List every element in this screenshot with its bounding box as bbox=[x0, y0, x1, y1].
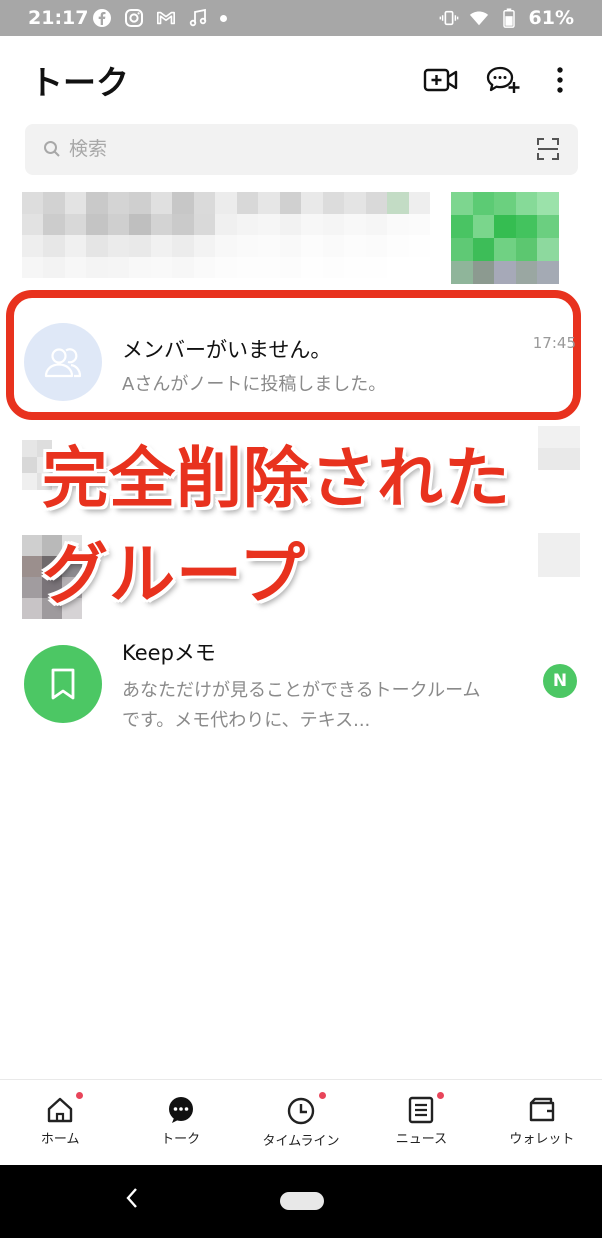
wifi-icon bbox=[469, 11, 488, 26]
nav-timeline[interactable]: タイムライン bbox=[241, 1080, 361, 1165]
search-bar[interactable] bbox=[25, 124, 578, 175]
status-time: 21:17 bbox=[28, 7, 89, 29]
back-icon[interactable] bbox=[124, 1185, 140, 1211]
chat-name[interactable]: Keepメモ bbox=[122, 637, 216, 667]
group-icon bbox=[44, 348, 82, 378]
nav-news[interactable]: ニュース bbox=[361, 1080, 481, 1165]
more-icon bbox=[557, 67, 563, 93]
group-avatar[interactable] bbox=[24, 323, 102, 401]
chat-last-message: あなただけが見ることができるトークルームです。メモ代わりに、テキス... bbox=[122, 680, 481, 731]
nav-news-label: ニュース bbox=[395, 1132, 448, 1147]
chat-add-icon bbox=[486, 66, 520, 93]
search-input[interactable] bbox=[69, 134, 489, 164]
more-options-button[interactable] bbox=[540, 60, 580, 100]
system-navigation-bar bbox=[0, 1165, 602, 1238]
censored-chat-time bbox=[538, 426, 580, 470]
video-call-add-icon bbox=[423, 68, 458, 92]
censored-chat-name bbox=[22, 192, 430, 278]
clock-icon bbox=[287, 1097, 315, 1125]
music-icon bbox=[189, 8, 207, 27]
nav-chat-label: トーク bbox=[161, 1132, 201, 1147]
battery-percentage: 61% bbox=[528, 7, 574, 29]
nav-wallet-label: ウォレット bbox=[509, 1132, 575, 1147]
new-chat-button[interactable] bbox=[483, 60, 523, 100]
censored-chat-thumbnail bbox=[451, 192, 559, 284]
status-bar: 21:17 61% bbox=[0, 0, 602, 36]
nav-timeline-label: タイムライン bbox=[262, 1134, 340, 1149]
bottom-navigation: ホーム トーク タイムライン ニュース ウォレット bbox=[0, 1079, 602, 1165]
nav-home-label: ホーム bbox=[40, 1132, 80, 1147]
chat-icon bbox=[168, 1097, 193, 1123]
app-header: トーク bbox=[0, 36, 602, 120]
system-icons: 61% bbox=[439, 7, 574, 29]
annotation-line-1: 完全削除された bbox=[42, 440, 511, 517]
home-gesture-pill[interactable] bbox=[280, 1192, 324, 1210]
chat-last-message: Aさんがノートに投稿しました。 bbox=[122, 374, 387, 395]
dot-icon bbox=[220, 14, 227, 22]
facebook-icon bbox=[93, 9, 111, 27]
bookmark-icon bbox=[51, 668, 75, 700]
notification-icons bbox=[92, 8, 227, 28]
news-icon bbox=[409, 1096, 434, 1124]
battery-icon bbox=[502, 8, 515, 28]
censored-chat-time-2 bbox=[538, 533, 580, 577]
vibrate-icon bbox=[439, 10, 458, 26]
qr-scan-icon[interactable] bbox=[536, 137, 560, 161]
search-icon bbox=[44, 141, 60, 157]
home-icon bbox=[48, 1097, 73, 1123]
keep-memo-avatar[interactable] bbox=[24, 645, 102, 723]
timeline-notification-dot bbox=[318, 1092, 326, 1099]
annotation-line-2: グループ bbox=[42, 536, 307, 613]
nav-wallet[interactable]: ウォレット bbox=[482, 1080, 602, 1165]
instagram-icon bbox=[125, 9, 143, 27]
chat-timestamp: 17:45 bbox=[532, 334, 576, 352]
page-title: トーク bbox=[30, 63, 129, 102]
home-notification-dot bbox=[76, 1092, 83, 1099]
news-notification-dot bbox=[437, 1092, 445, 1099]
wallet-icon bbox=[529, 1097, 555, 1122]
nav-chat[interactable]: トーク bbox=[120, 1080, 240, 1165]
new-badge: N bbox=[543, 664, 577, 698]
video-call-add-button[interactable] bbox=[421, 60, 461, 100]
gmail-icon bbox=[157, 11, 175, 25]
nav-home[interactable]: ホーム bbox=[0, 1080, 120, 1165]
chat-name[interactable]: メンバーがいません。 bbox=[122, 334, 331, 364]
